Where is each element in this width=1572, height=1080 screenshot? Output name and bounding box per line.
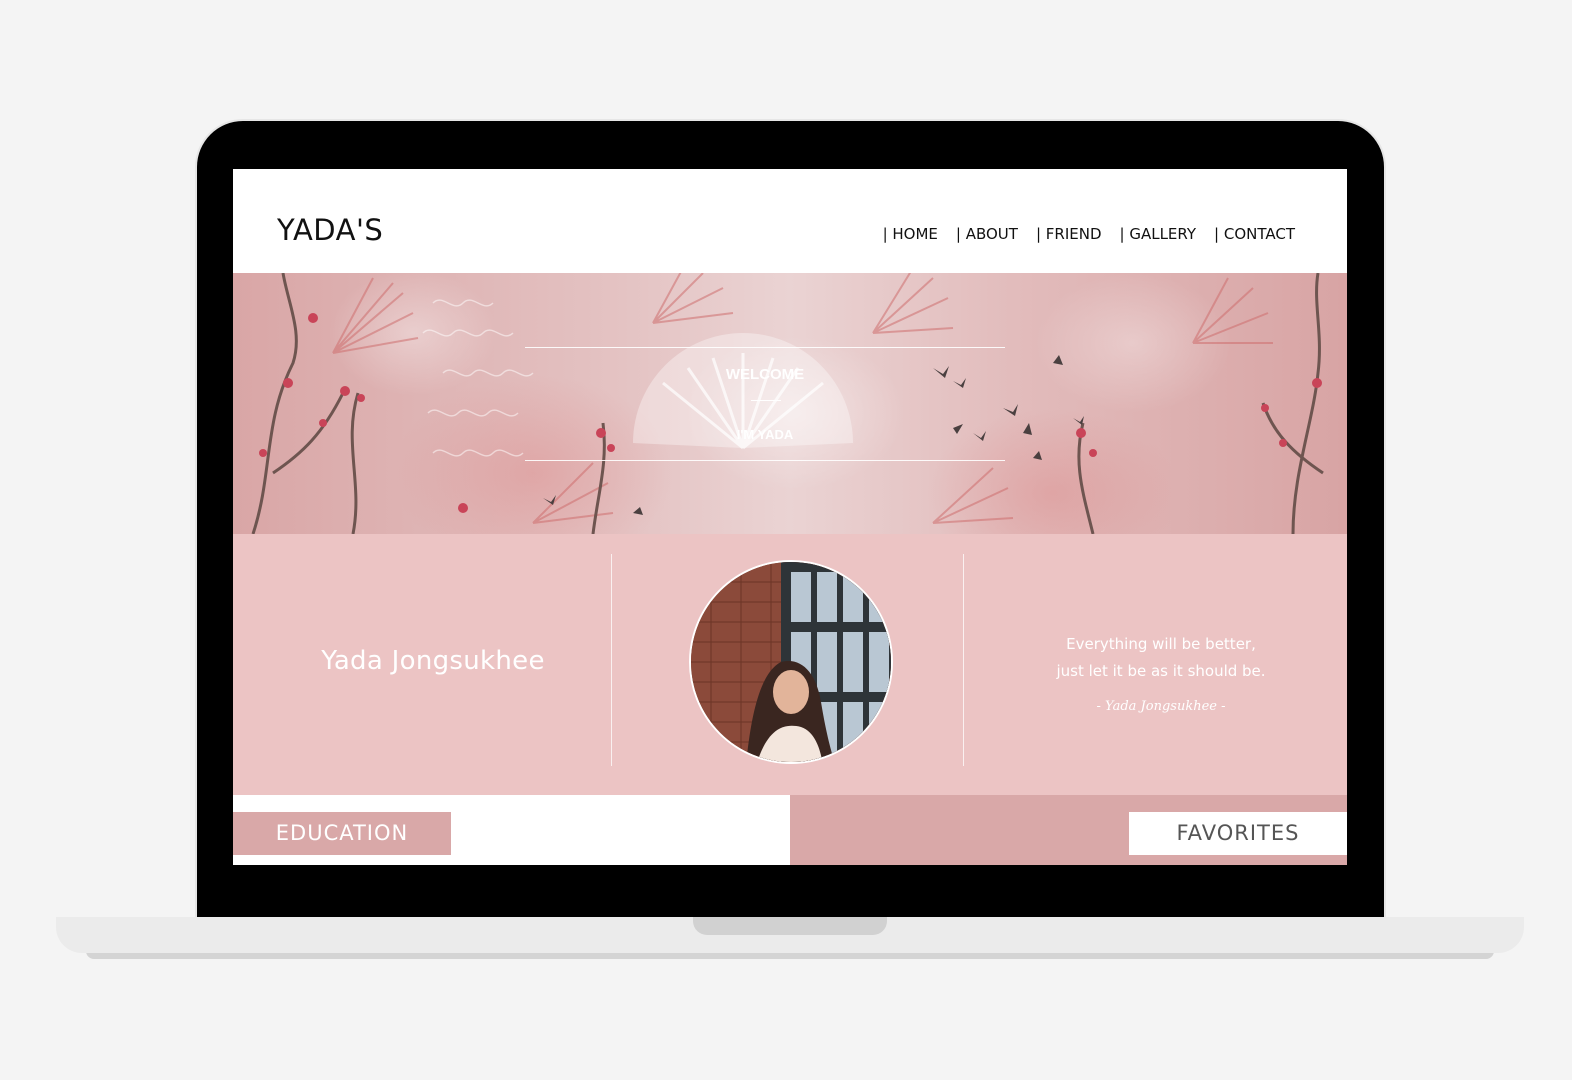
hero-divider: [751, 400, 781, 401]
quote: Everything will be better, just let it b…: [1003, 631, 1319, 685]
site-logo[interactable]: YADA'S: [277, 213, 383, 247]
divider-right: [963, 554, 964, 766]
divider-left: [611, 554, 612, 766]
nav-gallery[interactable]: | GALLERY: [1120, 225, 1197, 243]
quote-line-2: just let it be as it should be.: [1056, 662, 1266, 680]
nav-friend[interactable]: | FRIEND: [1036, 225, 1102, 243]
favorites-section: FAVORITES: [790, 795, 1347, 865]
avatar: [689, 560, 893, 764]
site-header: YADA'S | HOME | ABOUT | FRIEND | GALLERY…: [233, 169, 1347, 273]
profile-name: Yada Jongsukhee: [321, 646, 545, 676]
hero-welcome: WELCOME: [725, 366, 805, 383]
quote-line-1: Everything will be better,: [1066, 635, 1256, 653]
education-section: EDUCATION: [233, 795, 790, 865]
nav-contact[interactable]: | CONTACT: [1214, 225, 1295, 243]
profile-section: Yada Jongsukhee Everything will be bette…: [233, 534, 1347, 795]
quote-author: - Yada Jongsukhee -: [1096, 699, 1226, 714]
main-nav: | HOME | ABOUT | FRIEND | GALLERY | CONT…: [883, 225, 1295, 243]
hero-banner: WELCOME I'M YADA: [233, 273, 1347, 534]
website-screen: YADA'S | HOME | ABOUT | FRIEND | GALLERY…: [233, 169, 1347, 865]
profile-photo: [691, 562, 891, 762]
hero-text-box: WELCOME I'M YADA: [525, 347, 1005, 461]
nav-about[interactable]: | ABOUT: [956, 225, 1018, 243]
favorites-tab[interactable]: FAVORITES: [1129, 812, 1347, 855]
education-tab[interactable]: EDUCATION: [233, 812, 451, 855]
nav-home[interactable]: | HOME: [883, 225, 938, 243]
laptop-notch: [693, 917, 887, 935]
hero-subtitle: I'M YADA: [736, 427, 794, 442]
